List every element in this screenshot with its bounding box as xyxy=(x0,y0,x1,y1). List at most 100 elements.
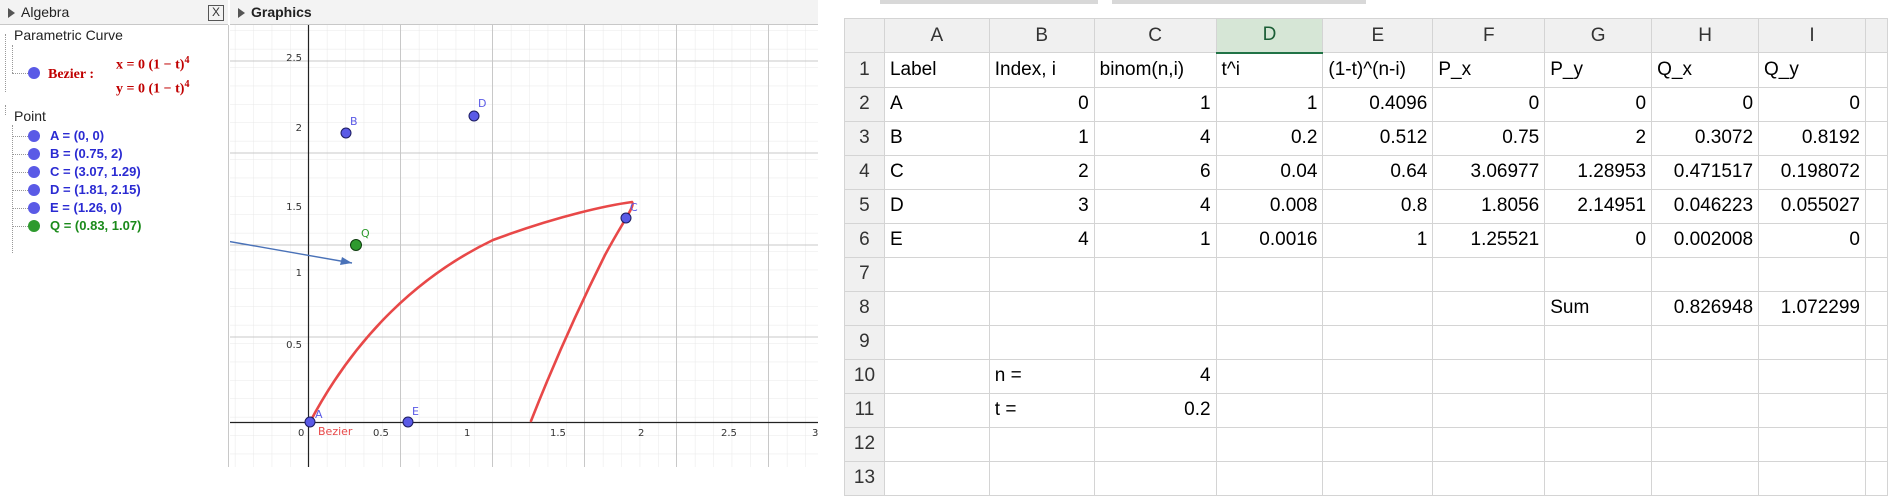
expand-triangle-icon[interactable] xyxy=(238,8,245,19)
cell-g13[interactable] xyxy=(1544,460,1653,496)
bezier-name[interactable]: Bezier : xyxy=(48,67,94,83)
cell-c2[interactable]: 1 xyxy=(1093,86,1217,122)
cell-d9[interactable] xyxy=(1215,324,1324,360)
point-q-marker[interactable] xyxy=(350,239,362,251)
row-header[interactable]: 13 xyxy=(844,460,885,496)
cell-c3[interactable]: 4 xyxy=(1093,120,1217,156)
cell-d6[interactable]: 0.0016 xyxy=(1215,222,1324,258)
cell-c7[interactable] xyxy=(1093,256,1217,292)
point-a-marker-icon[interactable] xyxy=(28,130,40,142)
point-q-marker-icon[interactable] xyxy=(28,220,40,232)
cell-g4[interactable]: 1.28953 xyxy=(1544,154,1653,190)
column-header-a[interactable]: A xyxy=(883,18,990,53)
cell-d4[interactable]: 0.04 xyxy=(1215,154,1324,190)
cell-g2[interactable]: 0 xyxy=(1544,86,1653,122)
cell-c8[interactable] xyxy=(1093,290,1217,326)
point-d[interactable]: D = (1.81, 2.15) xyxy=(50,182,141,197)
cell-g6[interactable]: 0 xyxy=(1544,222,1653,258)
cell-overflow[interactable] xyxy=(1864,290,1888,326)
point-a-marker[interactable] xyxy=(304,416,316,428)
cell-e4[interactable]: 0.64 xyxy=(1322,154,1434,190)
cell-h7[interactable] xyxy=(1651,256,1760,292)
cell-g11[interactable] xyxy=(1544,392,1653,428)
cell-g12[interactable] xyxy=(1544,426,1653,462)
cell-d3[interactable]: 0.2 xyxy=(1215,120,1324,156)
cell-a7[interactable] xyxy=(883,256,990,292)
point-b[interactable]: B = (0.75, 2) xyxy=(50,146,123,161)
cell-d5[interactable]: 0.008 xyxy=(1215,188,1324,224)
cell-g10[interactable] xyxy=(1544,358,1653,394)
cell-h12[interactable] xyxy=(1651,426,1760,462)
row-header[interactable]: 9 xyxy=(844,324,885,360)
cell-g8[interactable]: Sum xyxy=(1544,290,1653,326)
cell-g9[interactable] xyxy=(1544,324,1653,360)
column-header-c[interactable]: C xyxy=(1093,18,1217,53)
cell-h5[interactable]: 0.046223 xyxy=(1651,188,1760,224)
cell-f3[interactable]: 0.75 xyxy=(1432,120,1546,156)
cell-f7[interactable] xyxy=(1432,256,1546,292)
column-header-g[interactable]: G xyxy=(1544,18,1653,53)
point-c-marker-icon[interactable] xyxy=(28,166,40,178)
cell-b2[interactable]: 0 xyxy=(988,86,1095,122)
point-b-marker-icon[interactable] xyxy=(28,148,40,160)
cell-overflow[interactable] xyxy=(1864,86,1888,122)
column-header-i[interactable]: I xyxy=(1758,18,1866,53)
cell-h6[interactable]: 0.002008 xyxy=(1651,222,1760,258)
cell-overflow[interactable] xyxy=(1864,188,1888,224)
column-header-d[interactable]: D xyxy=(1215,18,1324,54)
cell-h1[interactable]: Q_x xyxy=(1651,52,1760,88)
cell-b7[interactable] xyxy=(988,256,1095,292)
cell-e2[interactable]: 0.4096 xyxy=(1322,86,1434,122)
cell-overflow[interactable] xyxy=(1864,120,1888,156)
cell-f13[interactable] xyxy=(1432,460,1546,496)
cell-c4[interactable]: 6 xyxy=(1093,154,1217,190)
cell-d13[interactable] xyxy=(1215,460,1324,496)
cell-a5[interactable]: D xyxy=(883,188,990,224)
cell-d11[interactable] xyxy=(1215,392,1324,428)
cell-overflow[interactable] xyxy=(1864,358,1888,394)
point-q[interactable]: Q = (0.83, 1.07) xyxy=(50,218,141,233)
cell-b12[interactable] xyxy=(988,426,1095,462)
category-parametric-curve[interactable]: Parametric Curve xyxy=(14,27,123,43)
cell-e10[interactable] xyxy=(1322,358,1434,394)
cell-i10[interactable] xyxy=(1758,358,1866,394)
point-marker-icon[interactable] xyxy=(28,67,40,79)
cell-e12[interactable] xyxy=(1322,426,1434,462)
cell-overflow[interactable] xyxy=(1864,154,1888,190)
spreadsheet-grid[interactable]: A B C D E F G H I 1 Label Index, i binom(n,i) t^i (1-t… xyxy=(844,18,1888,496)
cell-c11[interactable]: 0.2 xyxy=(1093,392,1217,428)
cell-h11[interactable] xyxy=(1651,392,1760,428)
cell-f6[interactable]: 1.25521 xyxy=(1432,222,1546,258)
point-c-marker[interactable] xyxy=(620,212,632,224)
cell-g7[interactable] xyxy=(1544,256,1653,292)
cell-f8[interactable] xyxy=(1432,290,1546,326)
row-header[interactable]: 11 xyxy=(844,392,885,428)
cell-b6[interactable]: 4 xyxy=(988,222,1095,258)
cell-b13[interactable] xyxy=(988,460,1095,496)
cell-a6[interactable]: E xyxy=(883,222,990,258)
cell-b5[interactable]: 3 xyxy=(988,188,1095,224)
close-icon[interactable]: X xyxy=(208,5,224,21)
row-header[interactable]: 12 xyxy=(844,426,885,462)
cell-c6[interactable]: 1 xyxy=(1093,222,1217,258)
cell-a11[interactable] xyxy=(883,392,990,428)
row-header[interactable]: 10 xyxy=(844,358,885,394)
row-header[interactable]: 1 xyxy=(844,52,885,88)
cell-h2[interactable]: 0 xyxy=(1651,86,1760,122)
cell-a8[interactable] xyxy=(883,290,990,326)
cell-overflow[interactable] xyxy=(1864,324,1888,360)
cell-e1[interactable]: (1-t)^(n-i) xyxy=(1322,52,1434,88)
algebra-header[interactable]: Algebra X xyxy=(0,0,228,25)
cell-c10[interactable]: 4 xyxy=(1093,358,1217,394)
cell-a4[interactable]: C xyxy=(883,154,990,190)
cell-d7[interactable] xyxy=(1215,256,1324,292)
cell-a2[interactable]: A xyxy=(883,86,990,122)
cell-i12[interactable] xyxy=(1758,426,1866,462)
cell-h13[interactable] xyxy=(1651,460,1760,496)
cell-b11[interactable]: t = xyxy=(988,392,1095,428)
cell-g5[interactable]: 2.14951 xyxy=(1544,188,1653,224)
cell-d1[interactable]: t^i xyxy=(1215,52,1324,88)
cell-f4[interactable]: 3.06977 xyxy=(1432,154,1546,190)
cell-h10[interactable] xyxy=(1651,358,1760,394)
cell-b8[interactable] xyxy=(988,290,1095,326)
